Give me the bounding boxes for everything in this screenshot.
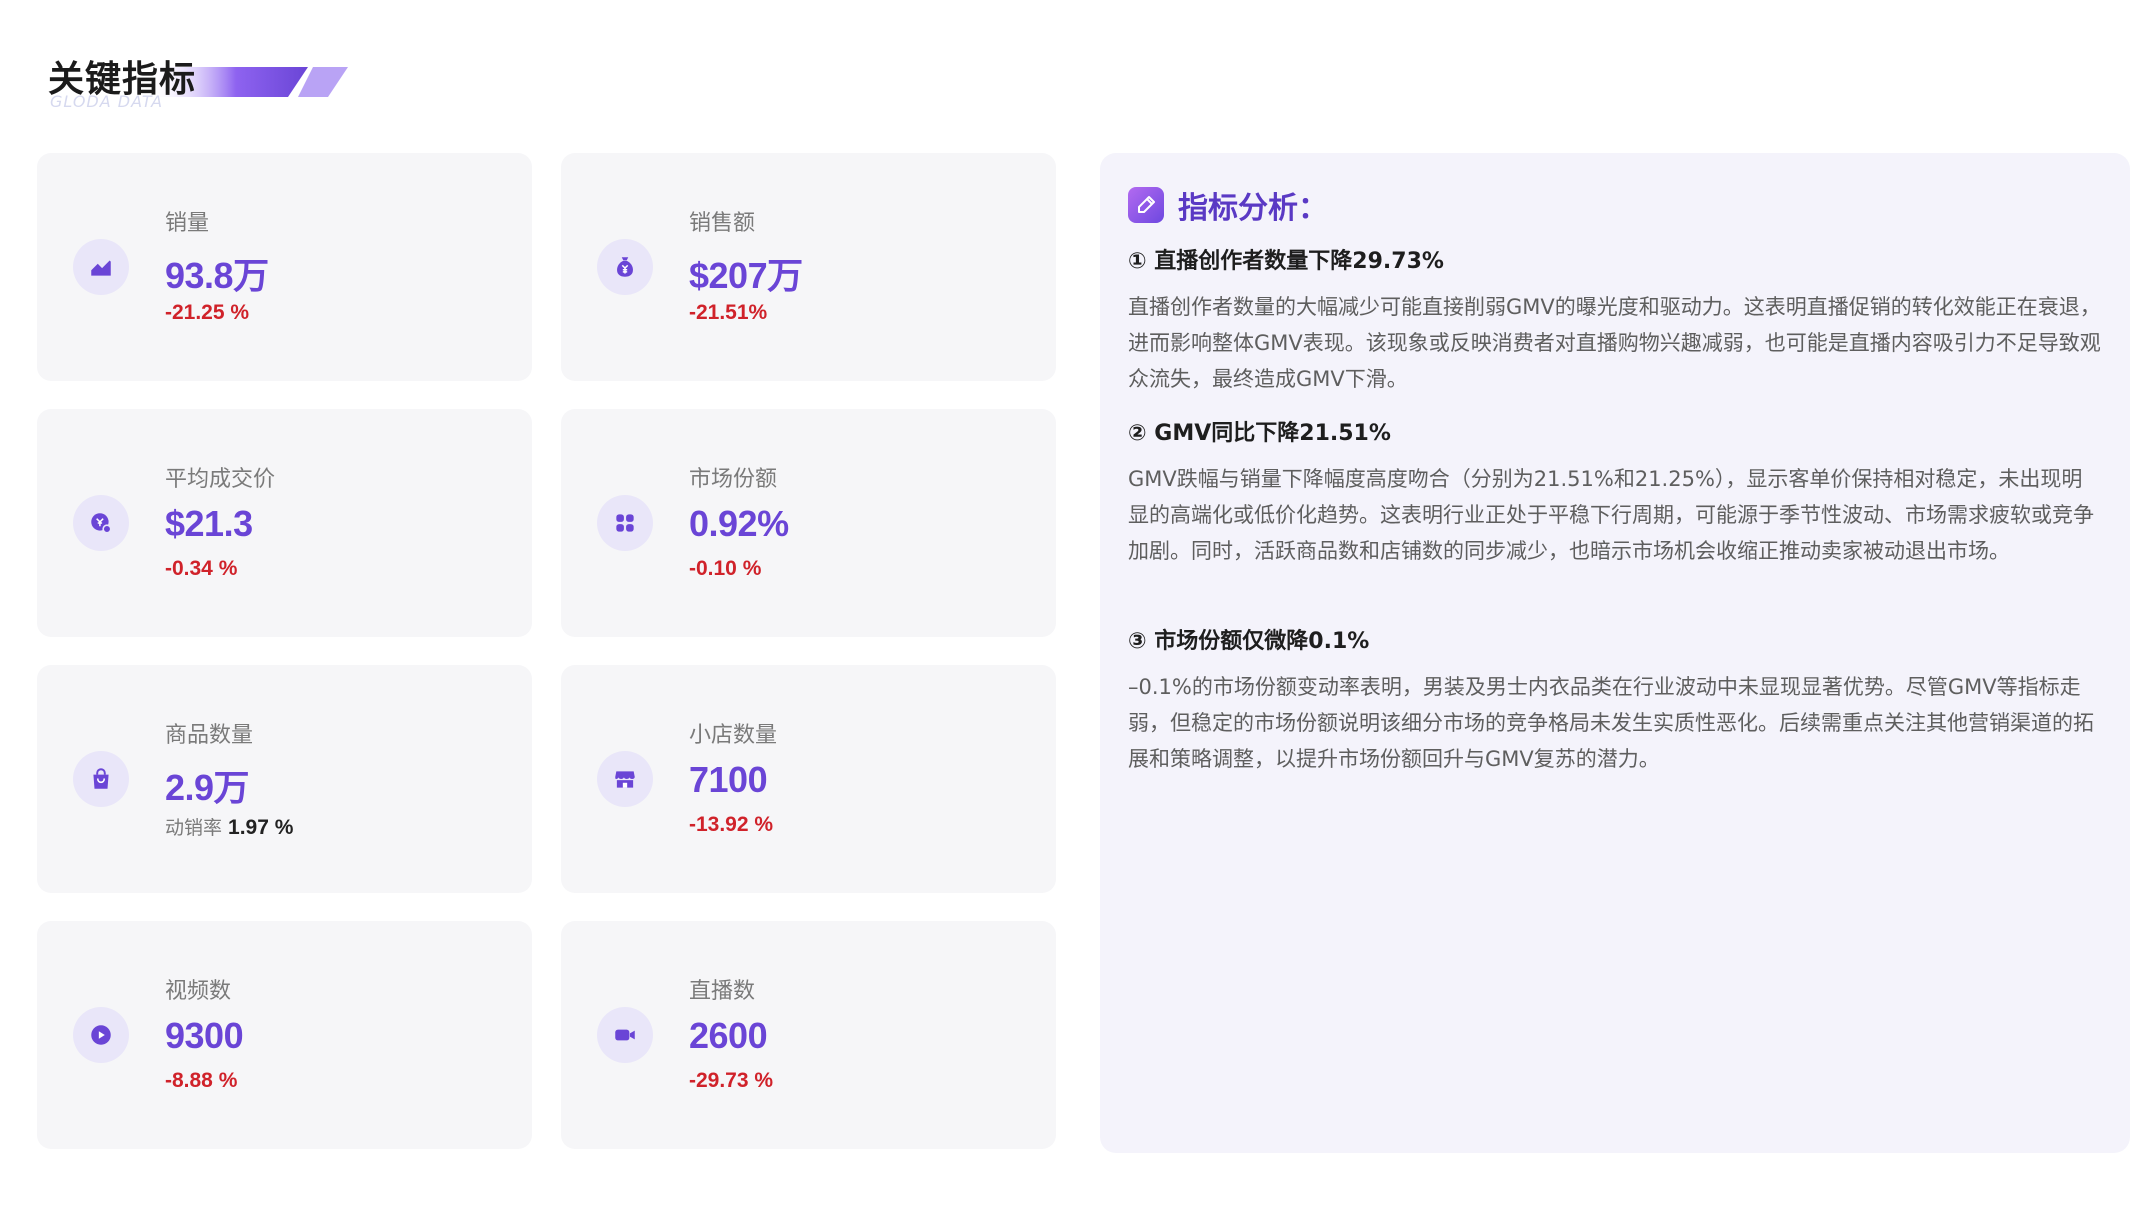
- section-title: ① 直播创作者数量下降29.73%: [1128, 249, 1444, 274]
- shopping-bag-icon: [73, 751, 129, 807]
- metric-card-product-count: 商品数量 2.9万 动销率 1.97 %: [37, 665, 532, 893]
- metric-card-average-price: 平均成交价 $21.3 -0.34 %: [37, 409, 532, 637]
- analysis-section: ③ 市场份额仅微降0.1% –0.1%的市场份额变动率表明，男装及男士内衣品类在…: [1128, 623, 2103, 777]
- metric-value: 9300: [165, 1015, 244, 1056]
- metric-change: -8.88 %: [165, 1069, 238, 1092]
- analysis-section: ① 直播创作者数量下降29.73% 直播创作者数量的大幅减少可能直接削弱GMV的…: [1128, 243, 2103, 397]
- sell-through-value: 1.97 %: [228, 816, 294, 839]
- section-body: 直播创作者数量的大幅减少可能直接削弱GMV的曝光度和驱动力。这表明直播促销的转化…: [1128, 295, 2101, 391]
- page-subtitle: GLODA DATA: [50, 92, 164, 111]
- metric-card-store-count: 小店数量 7100 -13.92 %: [561, 665, 1056, 893]
- metric-change: -29.73 %: [689, 1069, 774, 1092]
- analysis-panel: 指标分析： ① 直播创作者数量下降29.73% 直播创作者数量的大幅减少可能直接…: [1100, 153, 2130, 1153]
- metric-card-sales-amount: 销售额 $207万 -21.51%: [561, 153, 1056, 381]
- metric-label: 平均成交价: [165, 467, 276, 492]
- metric-card-video-count: 视频数 9300 -8.88 %: [37, 921, 532, 1149]
- metric-change: -21.51%: [689, 301, 768, 324]
- metric-change: -21.25 %: [165, 301, 250, 324]
- metric-sell-through: 动销率 1.97 %: [165, 813, 293, 840]
- section-body: GMV跌幅与销量下降幅度高度吻合（分别为21.51%和21.25%），显示客单价…: [1128, 467, 2094, 563]
- metric-card-livestream-count: 直播数 2600 -29.73 %: [561, 921, 1056, 1149]
- store-icon: [597, 751, 653, 807]
- metric-value: 7100: [689, 759, 768, 800]
- metric-label: 直播数: [689, 979, 756, 1004]
- metric-value: $21.3: [165, 503, 253, 544]
- video-camera-icon: [597, 1007, 653, 1063]
- trend-chart-icon: [73, 239, 129, 295]
- metric-change: -0.10 %: [689, 557, 762, 580]
- analysis-section: ② GMV同比下降21.51% GMV跌幅与销量下降幅度高度吻合（分别为21.5…: [1128, 415, 2103, 569]
- sell-through-label: 动销率: [165, 817, 223, 839]
- page-header: 关键指标 GLODA DATA: [48, 50, 348, 120]
- price-tag-icon: [73, 495, 129, 551]
- metric-value: 2600: [689, 1015, 768, 1056]
- metric-card-market-share: 市场份额 0.92% -0.10 %: [561, 409, 1056, 637]
- section-title: ③ 市场份额仅微降0.1%: [1128, 629, 1370, 654]
- metric-value: 93.8万: [165, 255, 269, 296]
- section-title: ② GMV同比下降21.51%: [1128, 421, 1391, 446]
- section-body: –0.1%的市场份额变动率表明，男装及男士内衣品类在行业波动中未显现显著优势。尽…: [1128, 675, 2094, 771]
- analysis-header: 指标分析：: [1128, 183, 1328, 227]
- metric-label: 视频数: [165, 979, 232, 1004]
- metric-value: $207万: [689, 255, 803, 296]
- metric-label: 市场份额: [689, 467, 778, 492]
- metric-label: 销售额: [689, 211, 756, 236]
- metric-label: 商品数量: [165, 723, 254, 748]
- metric-label: 销量: [165, 211, 210, 236]
- money-bag-icon: [597, 239, 653, 295]
- metric-card-sales-volume: 销量 93.8万 -21.25 %: [37, 153, 532, 381]
- metric-value: 2.9万: [165, 767, 250, 808]
- metric-change: -13.92 %: [689, 813, 774, 836]
- metric-value: 0.92%: [689, 503, 789, 544]
- metric-label: 小店数量: [689, 723, 778, 748]
- analysis-title: 指标分析：: [1178, 191, 1328, 226]
- pen-icon: [1128, 187, 1164, 223]
- grid-apps-icon: [597, 495, 653, 551]
- metric-change: -0.34 %: [165, 557, 238, 580]
- play-icon: [73, 1007, 129, 1063]
